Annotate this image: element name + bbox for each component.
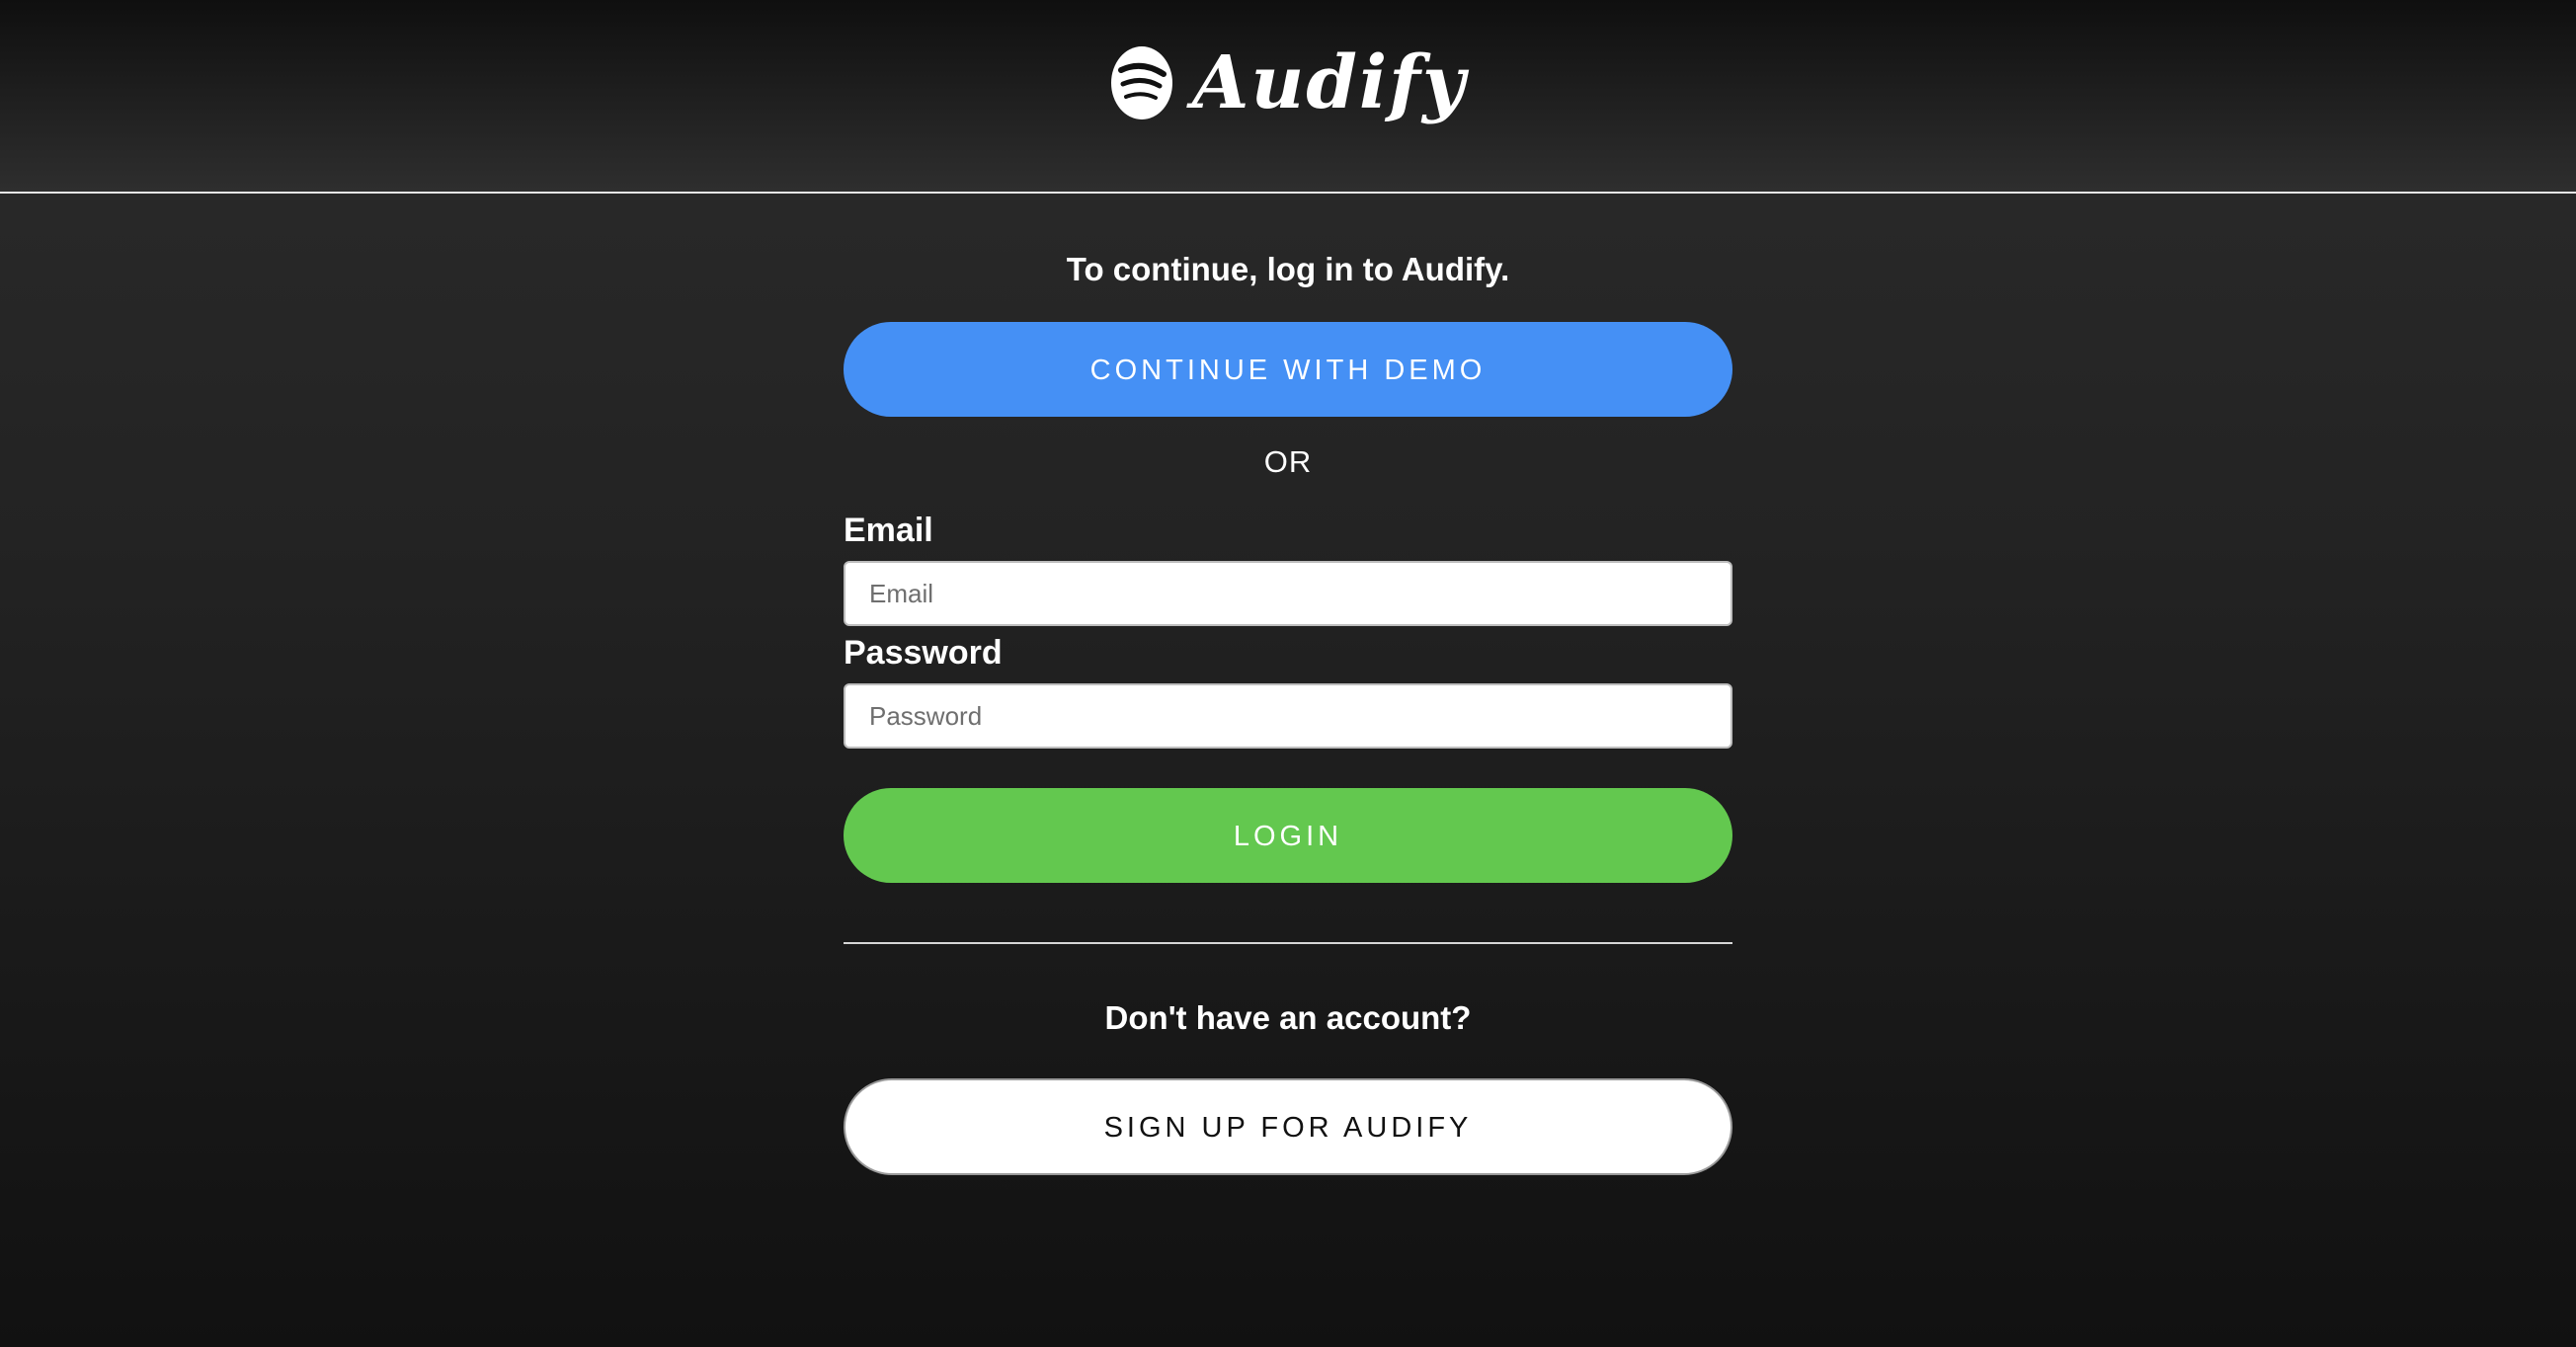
password-label: Password [844, 634, 1003, 672]
login-prompt: To continue, log in to Audify. [1066, 251, 1510, 287]
login-button[interactable]: LOGIN [844, 788, 1732, 883]
brand-logo[interactable]: Audify [1109, 44, 1467, 121]
email-label: Email [844, 512, 933, 549]
email-input[interactable] [844, 561, 1732, 626]
audify-logo-icon [1111, 46, 1173, 119]
sign-up-button[interactable]: SIGN UP FOR AUDIFY [844, 1078, 1732, 1175]
section-divider [844, 942, 1732, 944]
password-input[interactable] [844, 683, 1732, 749]
brand-name: Audify [1192, 40, 1467, 125]
top-header: Audify [0, 0, 2576, 194]
or-separator: OR [1263, 444, 1313, 479]
no-account-prompt: Don't have an account? [1104, 999, 1472, 1036]
continue-with-demo-button[interactable]: CONTINUE WITH DEMO [844, 322, 1732, 417]
